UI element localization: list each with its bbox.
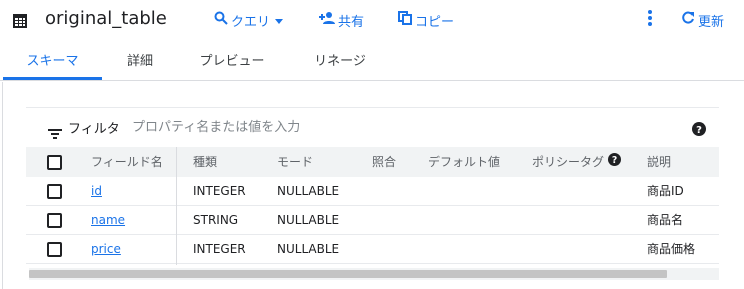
header-policy-tags-label: ポリシータグ <box>532 155 605 169</box>
header-default-value[interactable]: デフォルト値 <box>428 147 500 177</box>
field-description: 商品価格 <box>647 242 696 256</box>
field-type: INTEGER <box>193 242 246 256</box>
toolbar: original_table クエリ 共有 コピー 更新 <box>0 0 744 40</box>
person-add-icon <box>319 11 335 29</box>
refresh-icon <box>681 11 695 29</box>
field-mode: NULLABLE <box>277 213 340 227</box>
filter-label: フィルタ <box>68 122 120 137</box>
field-type: STRING <box>193 213 239 227</box>
caret-down-icon <box>275 13 284 28</box>
row-checkbox[interactable] <box>47 213 62 228</box>
field-type: INTEGER <box>193 184 246 198</box>
active-tab-indicator <box>3 77 102 80</box>
share-button[interactable]: 共有 <box>319 10 364 30</box>
svg-text:?: ? <box>696 125 702 136</box>
header-mode[interactable]: モード <box>277 147 313 177</box>
tab-preview[interactable]: プレビュー <box>188 45 276 80</box>
filter-bar: フィルタ ? <box>26 107 719 147</box>
select-all-checkbox[interactable] <box>47 155 62 170</box>
help-icon[interactable]: ? <box>692 121 706 136</box>
refresh-button-label: 更新 <box>698 14 725 30</box>
panel-border <box>2 82 3 289</box>
tab-schema[interactable]: スキーマ <box>3 45 102 80</box>
query-button-label: クエリ <box>231 14 271 30</box>
copy-icon <box>398 11 412 29</box>
refresh-button[interactable]: 更新 <box>681 10 724 30</box>
field-name-link[interactable]: id <box>91 177 102 206</box>
copy-button-label: コピー <box>415 14 455 30</box>
more-options-button[interactable] <box>645 10 655 30</box>
header-policy-tags[interactable]: ポリシータグ ? <box>532 147 622 177</box>
header-type[interactable]: 種類 <box>193 147 217 177</box>
svg-text:?: ? <box>612 155 617 166</box>
help-icon[interactable]: ? <box>608 147 622 177</box>
column-divider <box>176 147 177 265</box>
share-button-label: 共有 <box>338 14 365 30</box>
more-vert-icon <box>648 10 652 30</box>
table-row: name STRING NULLABLE 商品名 <box>26 206 719 235</box>
field-mode: NULLABLE <box>277 184 340 198</box>
query-button[interactable]: クエリ <box>214 10 284 30</box>
field-description: 商品ID <box>647 184 684 198</box>
field-mode: NULLABLE <box>277 242 340 256</box>
filter-input[interactable] <box>132 116 652 138</box>
table-icon <box>13 13 27 28</box>
filter-icon[interactable] <box>48 124 62 143</box>
table-row: price INTEGER NULLABLE 商品価格 <box>26 235 719 264</box>
row-checkbox[interactable] <box>47 242 62 257</box>
field-name-link[interactable]: name <box>91 206 125 235</box>
tab-details[interactable]: 詳細 <box>110 45 170 80</box>
header-collation[interactable]: 照合 <box>372 147 396 177</box>
search-icon <box>214 11 228 29</box>
field-description: 商品名 <box>647 213 684 227</box>
page-title: original_table <box>45 8 167 29</box>
tab-bar: スキーマ 詳細 プレビュー リネージ <box>0 45 744 81</box>
tab-lineage[interactable]: リネージ <box>300 45 380 80</box>
header-description[interactable]: 説明 <box>647 147 671 177</box>
copy-button[interactable]: コピー <box>398 10 454 30</box>
table-row: id INTEGER NULLABLE 商品ID <box>26 177 719 206</box>
header-field-name[interactable]: フィールド名 <box>91 147 163 177</box>
table-header: フィールド名 種類 モード 照合 デフォルト値 ポリシータグ ? 説明 <box>26 147 719 177</box>
horizontal-scrollbar-thumb[interactable] <box>29 270 667 278</box>
row-checkbox[interactable] <box>47 184 62 199</box>
field-name-link[interactable]: price <box>91 235 121 264</box>
